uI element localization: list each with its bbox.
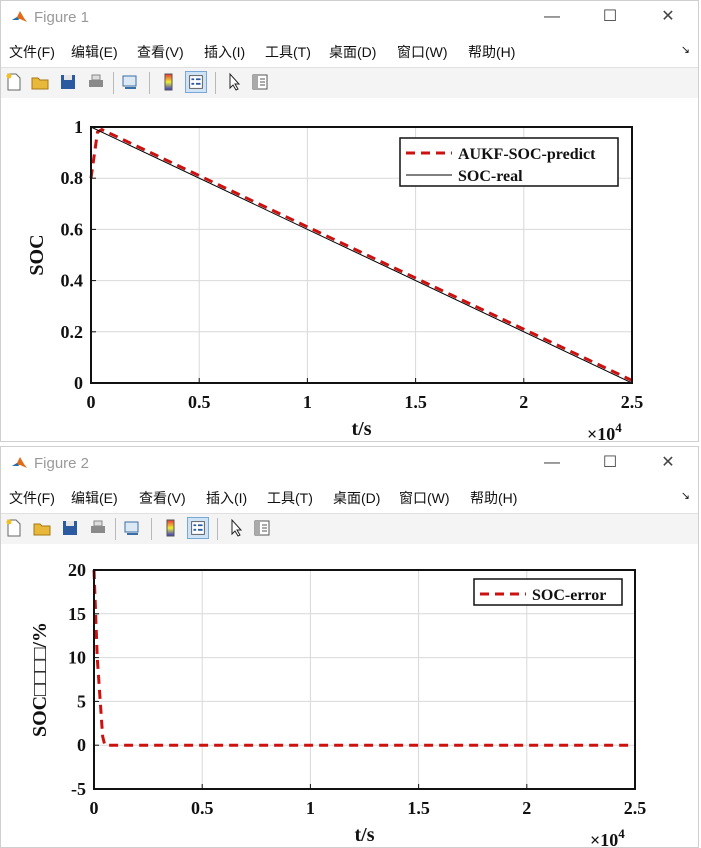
y-tick-label: 0.8	[61, 168, 84, 188]
y-tick-label: 0	[74, 373, 83, 393]
menu-insert[interactable]: 插入(I)	[204, 42, 245, 62]
new-figure-icon[interactable]	[3, 517, 25, 539]
link-plot-icon[interactable]	[119, 71, 141, 93]
menu-window[interactable]: 窗口(W)	[397, 42, 448, 62]
menu-desktop[interactable]: 桌面(D)	[329, 42, 376, 62]
y-tick-label: 10	[68, 648, 86, 668]
x-tick-label: 0.5	[188, 392, 211, 412]
y-tick-label: 0.6	[61, 219, 84, 239]
maximize-button[interactable]: ☐	[595, 5, 625, 29]
property-inspector-icon[interactable]	[249, 71, 271, 93]
open-file-icon[interactable]	[31, 517, 53, 539]
pointer-icon[interactable]	[225, 517, 247, 539]
menu-window[interactable]: 窗口(W)	[399, 488, 450, 508]
legend: AUKF-SOC-predict SOC-real	[399, 137, 619, 187]
y-tick-label: 15	[68, 604, 86, 624]
menu-tools[interactable]: 工具(T)	[265, 42, 311, 62]
x-tick-label: 0	[87, 392, 96, 412]
legend-icon[interactable]	[187, 517, 209, 539]
y-tick-label: 0	[77, 735, 86, 755]
toolbar-separator	[149, 72, 150, 94]
toolbar-separator	[113, 72, 114, 94]
window-title: Figure 2	[34, 455, 90, 472]
y-tick-label: 5	[77, 691, 86, 711]
menu-edit[interactable]: 编辑(E)	[71, 488, 118, 508]
minimize-button[interactable]: —	[537, 5, 567, 29]
x-exponent-label: ×104	[587, 420, 622, 442]
toolbar-separator	[215, 72, 216, 94]
maximize-button[interactable]: ☐	[595, 451, 625, 475]
y-tick-label: 0.2	[61, 322, 84, 342]
figure-canvas: 0 0.5 1 1.5 2 2.5 -5 0 5 10 15 20 t/s SOC□□□□/% ×104 SO…	[1, 544, 698, 847]
title-bar[interactable]: Figure 2 — ☐ ✕	[1, 447, 698, 479]
x-tick-label: 0	[90, 798, 99, 818]
x-tick-label: 2.5	[621, 392, 644, 412]
figure-toolbar	[1, 67, 698, 99]
menu-view[interactable]: 查看(V)	[137, 42, 184, 62]
colorbar-icon[interactable]	[159, 517, 181, 539]
y-tick-label: 1	[74, 117, 83, 137]
x-tick-label: 1	[303, 392, 312, 412]
y-axis-label: SOC□□□□/%	[29, 622, 51, 737]
dock-arrow-icon[interactable]: ↘	[681, 489, 690, 502]
pointer-icon[interactable]	[223, 71, 245, 93]
menu-bar: 文件(F) 编辑(E) 查看(V) 插入(I) 工具(T) 桌面(D) 窗口(W…	[1, 33, 698, 67]
y-tick-label: -5	[71, 779, 86, 799]
x-tick-label: 2.5	[624, 798, 647, 818]
x-tick-label: 2	[522, 798, 531, 818]
new-figure-icon[interactable]	[3, 71, 25, 93]
legend-label: SOC-error	[532, 587, 606, 604]
chart-soc-error: 0 0.5 1 1.5 2 2.5-505101520t/sSOC□□□□/%×104SO…	[29, 560, 647, 848]
legend-label: AUKF-SOC-predict	[458, 146, 596, 163]
x-tick-label: 0.5	[191, 798, 214, 818]
dock-arrow-icon[interactable]: ↘	[681, 43, 690, 56]
y-tick-label: 20	[68, 560, 86, 580]
figure-1-window: Figure 1 — ☐ ✕ 文件(F) 编辑(E) 查看(V) 插入(I) 工…	[0, 0, 699, 442]
x-tick-label: 1	[306, 798, 315, 818]
property-inspector-icon[interactable]	[251, 517, 273, 539]
colorbar-icon[interactable]	[157, 71, 179, 93]
chart-soc: 0 0.5 1 1.5 2 2.5 0 0.2 0.4 0.6 0.8 1 t/s SOC ×104 AUKF…	[26, 117, 644, 442]
menu-file[interactable]: 文件(F)	[9, 42, 55, 62]
x-tick-label: 1.5	[407, 798, 430, 818]
close-button[interactable]: ✕	[653, 5, 683, 29]
save-icon[interactable]	[59, 517, 81, 539]
x-tick-label: 1.5	[404, 392, 427, 412]
menu-tools[interactable]: 工具(T)	[267, 488, 313, 508]
legend: SOC-error	[473, 578, 623, 606]
x-exponent-label: ×104	[590, 826, 625, 848]
figure-toolbar	[1, 513, 698, 545]
menu-help[interactable]: 帮助(H)	[470, 488, 517, 508]
link-plot-icon[interactable]	[121, 517, 143, 539]
legend-label: SOC-real	[458, 168, 523, 185]
menu-edit[interactable]: 编辑(E)	[71, 42, 118, 62]
figure-2-window: Figure 2 — ☐ ✕ 文件(F) 编辑(E) 查看(V) 插入(I) 工…	[0, 446, 699, 848]
print-icon[interactable]	[85, 71, 107, 93]
legend-icon[interactable]	[185, 71, 207, 93]
toolbar-separator	[115, 518, 116, 540]
x-tick-label: 2	[519, 392, 528, 412]
title-bar[interactable]: Figure 1 — ☐ ✕	[1, 1, 698, 33]
x-axis-label: t/s	[355, 824, 375, 846]
close-button[interactable]: ✕	[653, 451, 683, 475]
matlab-icon	[12, 457, 27, 468]
x-axis-label: t/s	[352, 418, 372, 440]
menu-desktop[interactable]: 桌面(D)	[333, 488, 380, 508]
y-tick-label: 0.4	[61, 271, 84, 291]
print-icon[interactable]	[87, 517, 109, 539]
figure-canvas: 0 0.5 1 1.5 2 2.5 0 0.2 0.4 0.6 0.8 1 t/s SOC ×104 AUKF…	[1, 98, 698, 441]
toolbar-separator	[151, 518, 152, 540]
menu-insert[interactable]: 插入(I)	[206, 488, 247, 508]
toolbar-separator	[217, 518, 218, 540]
matlab-icon	[12, 11, 27, 22]
y-axis-label: SOC	[26, 234, 48, 275]
minimize-button[interactable]: —	[537, 451, 567, 475]
menu-file[interactable]: 文件(F)	[9, 488, 55, 508]
menu-view[interactable]: 查看(V)	[139, 488, 186, 508]
menu-bar: 文件(F) 编辑(E) 查看(V) 插入(I) 工具(T) 桌面(D) 窗口(W…	[1, 479, 698, 513]
save-icon[interactable]	[57, 71, 79, 93]
open-file-icon[interactable]	[29, 71, 51, 93]
menu-help[interactable]: 帮助(H)	[468, 42, 515, 62]
window-title: Figure 1	[34, 9, 90, 26]
